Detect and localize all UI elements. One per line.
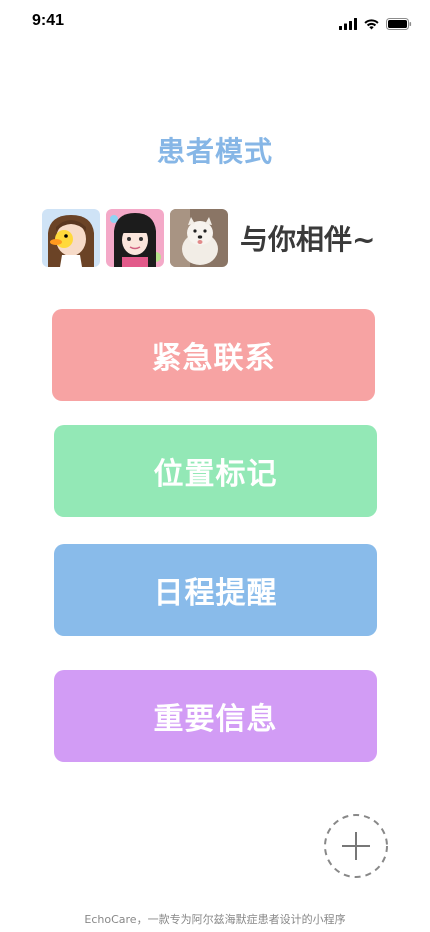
emergency-contact-button[interactable]: 紧急联系 — [52, 309, 375, 401]
page-title: 患者模式 — [156, 135, 273, 168]
add-button[interactable] — [322, 812, 390, 880]
avatar-white-dog — [170, 209, 228, 267]
wifi-icon — [363, 15, 380, 34]
status-icons — [339, 15, 412, 34]
footer-text: EchoCare，一款专为阿尔兹海默症患者设计的小程序 — [84, 913, 346, 926]
companion-text: 与你相伴~ — [240, 223, 376, 256]
avatar-girl-duck — [42, 209, 100, 267]
battery-icon — [386, 15, 412, 34]
avatar-girl-dark-hair — [106, 209, 164, 267]
schedule-reminder-button[interactable]: 日程提醒 — [54, 544, 377, 636]
status-bar: 9:41 — [0, 0, 430, 44]
important-info-button[interactable]: 重要信息 — [54, 670, 377, 762]
status-time: 9:41 — [32, 12, 65, 29]
signal-icon — [339, 15, 357, 34]
plus-icon — [324, 814, 388, 878]
companion-row: 与你相伴~ — [42, 208, 375, 268]
location-mark-button[interactable]: 位置标记 — [54, 425, 377, 517]
